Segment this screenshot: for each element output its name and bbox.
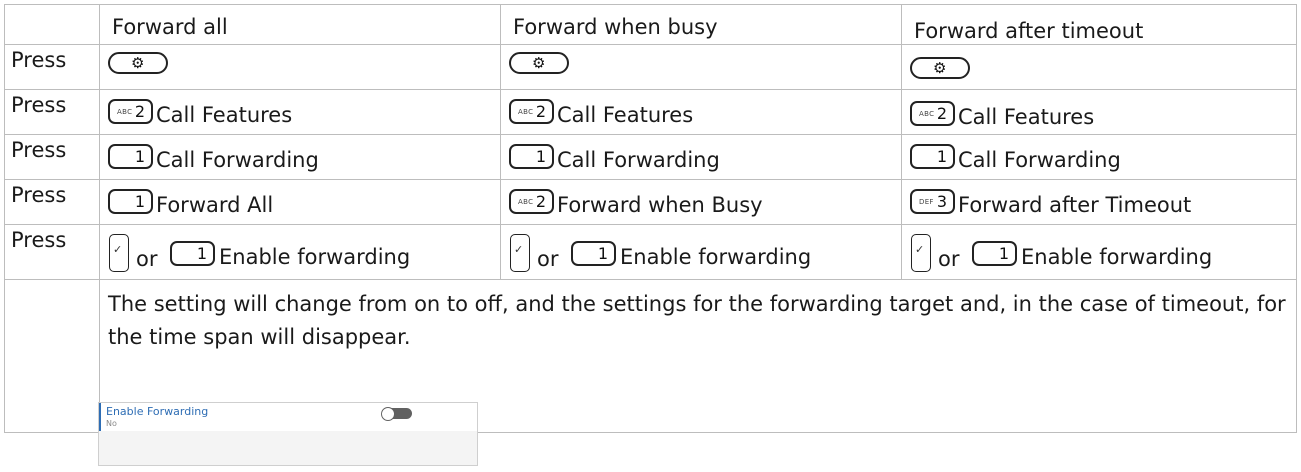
step-settings-row: Press ⚙ ⚙ ⚙ — [4, 44, 1297, 90]
step-cell: ABC 2 Call Features — [500, 89, 902, 135]
key-1: 1 — [972, 241, 1017, 266]
key-1: 1 — [108, 189, 153, 214]
key-1: 1 — [509, 144, 554, 169]
step-cell: ⚙ — [99, 44, 501, 90]
step-cell: ✓ or 1 Enable forwarding — [99, 224, 501, 280]
press-label: Press — [4, 179, 100, 225]
header-forward-timeout: Forward after timeout — [901, 4, 1297, 45]
check-icon: ✓ — [514, 243, 524, 256]
key-sub-label: ABC — [518, 198, 534, 206]
enable-forwarding-text: Enable forwarding — [1021, 245, 1213, 269]
step-cell: 1 Forward All — [99, 179, 501, 225]
step-call-forwarding-row: Press 1 Call Forwarding 1 Call Forwardin… — [4, 134, 1297, 180]
key-digit: 1 — [936, 147, 947, 166]
step-cell: DEF 3 Forward after Timeout — [901, 179, 1297, 225]
settings-key: ⚙ — [108, 52, 168, 74]
settings-key: ⚙ — [509, 52, 569, 74]
press-label: Press — [4, 224, 100, 280]
step-cell: ABC 2 Call Features — [901, 89, 1297, 135]
gear-icon: ⚙ — [532, 54, 546, 72]
settings-key: ⚙ — [910, 57, 970, 79]
header-forward-busy: Forward when busy — [500, 4, 902, 45]
forwarding-toggle[interactable] — [381, 407, 412, 421]
step-cell: ⚙ — [500, 44, 902, 90]
step-cell: 1 Call Forwarding — [500, 134, 902, 180]
key-digit: 1 — [134, 147, 145, 166]
call-forwarding-text: Call Forwarding — [958, 148, 1121, 172]
press-label: Press — [4, 44, 100, 90]
key-sub-label: ABC — [518, 108, 534, 116]
header-row: Forward all Forward when busy Forward af… — [4, 4, 1297, 45]
enable-forwarding-text: Enable forwarding — [620, 245, 812, 269]
call-features-text: Call Features — [557, 103, 694, 127]
key-sub-label: ABC — [919, 110, 935, 118]
key-abc-2: ABC 2 — [509, 189, 554, 214]
setting-value: No — [106, 419, 117, 428]
step-call-features-row: Press ABC 2 Call Features ABC 2 Call Featu… — [4, 89, 1297, 135]
check-icon: ✓ — [113, 243, 123, 256]
step-enable-row: Press ✓ or 1 Enable forwarding ✓ or 1 En… — [4, 224, 1297, 280]
call-forwarding-text: Call Forwarding — [557, 148, 720, 172]
key-abc-2: ABC 2 — [910, 101, 955, 126]
key-digit: 2 — [535, 192, 546, 211]
note-label-cell — [4, 279, 100, 433]
enable-forwarding-panel: Enable Forwarding No — [98, 402, 478, 466]
key-digit: 1 — [535, 147, 546, 166]
or-text: or — [537, 247, 559, 271]
key-digit: 2 — [535, 102, 546, 121]
key-1: 1 — [108, 144, 153, 169]
forward-timeout-text: Forward after Timeout — [958, 193, 1192, 217]
step-cell: 1 Call Forwarding — [901, 134, 1297, 180]
setting-title: Enable Forwarding — [106, 405, 209, 418]
note-text: The setting will change from on to off, … — [108, 292, 1286, 349]
step-cell: ABC 2 Call Features — [99, 89, 501, 135]
key-digit: 1 — [998, 244, 1009, 263]
header-forward-all: Forward all — [99, 4, 501, 45]
key-abc-2: ABC 2 — [108, 99, 153, 124]
call-forwarding-text: Call Forwarding — [156, 148, 319, 172]
key-digit: 1 — [134, 192, 145, 211]
header-empty — [4, 4, 100, 45]
gear-icon: ⚙ — [131, 54, 145, 72]
forward-busy-text: Forward when Busy — [557, 193, 763, 217]
key-digit: 2 — [936, 104, 947, 123]
key-1: 1 — [910, 144, 955, 169]
step-cell: ✓ or 1 Enable forwarding — [500, 224, 902, 280]
enable-forwarding-text: Enable forwarding — [219, 245, 411, 269]
key-1: 1 — [170, 241, 215, 266]
gear-icon: ⚙ — [933, 59, 947, 77]
key-digit: 2 — [134, 102, 145, 121]
call-features-text: Call Features — [156, 103, 293, 127]
key-sub-label: DEF — [919, 198, 934, 206]
key-abc-2: ABC 2 — [509, 99, 554, 124]
key-1: 1 — [571, 241, 616, 266]
call-features-text: Call Features — [958, 105, 1095, 129]
toggle-knob — [381, 407, 395, 421]
or-text: or — [136, 247, 158, 271]
ok-key: ✓ — [510, 234, 530, 272]
step-cell: ✓ or 1 Enable forwarding — [901, 224, 1297, 280]
or-text: or — [938, 247, 960, 271]
press-label: Press — [4, 89, 100, 135]
key-digit: 1 — [196, 244, 207, 263]
key-sub-label: ABC — [117, 108, 133, 116]
ok-key: ✓ — [109, 234, 129, 272]
ok-key: ✓ — [911, 234, 931, 272]
key-def-3: DEF 3 — [910, 189, 955, 214]
step-cell: 1 Call Forwarding — [99, 134, 501, 180]
key-digit: 3 — [936, 192, 947, 211]
forward-all-text: Forward All — [156, 193, 274, 217]
instruction-table: Forward all Forward when busy Forward af… — [4, 4, 1297, 433]
step-cell: ABC 2 Forward when Busy — [500, 179, 902, 225]
press-label: Press — [4, 134, 100, 180]
key-digit: 1 — [597, 244, 608, 263]
check-icon: ✓ — [915, 243, 925, 256]
step-forward-type-row: Press 1 Forward All ABC 2 Forward when Bu… — [4, 179, 1297, 225]
enable-forwarding-setting[interactable]: Enable Forwarding No — [99, 403, 477, 431]
step-cell: ⚙ — [901, 44, 1297, 90]
